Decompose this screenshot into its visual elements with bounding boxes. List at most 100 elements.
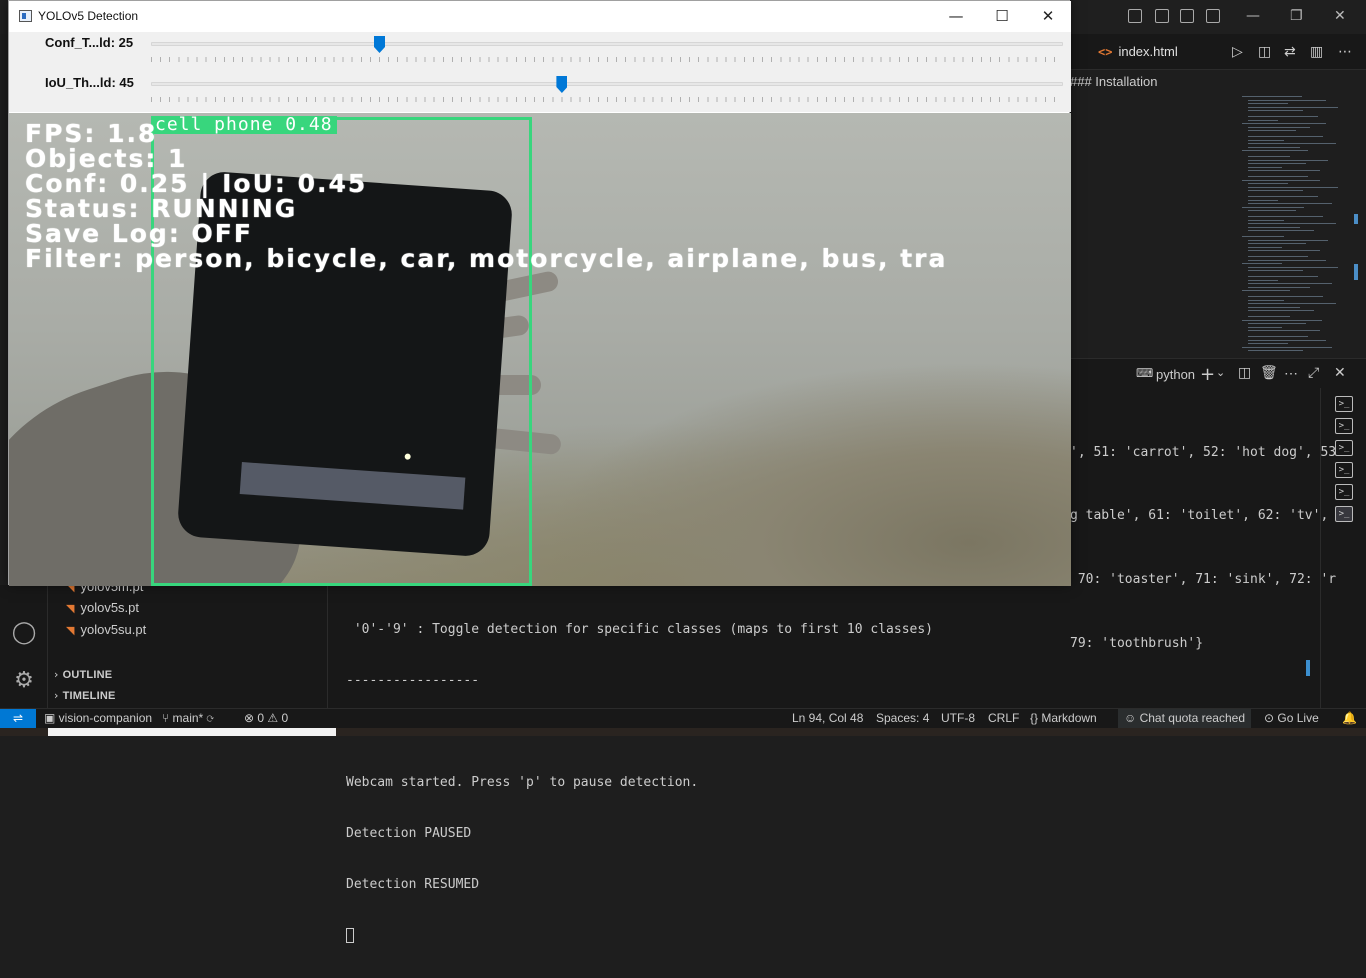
language-label: Markdown [1041, 711, 1097, 725]
trash-icon[interactable]: 🗑 [1260, 365, 1278, 381]
sync-icon: ⟳ [203, 711, 214, 725]
explorer-sidebar: ◥ yolov5m.pt ◥ yolov5s.pt ◥ yolov5su.pt › OU… [48, 579, 328, 708]
minimap-line [1248, 326, 1282, 328]
minimap-line [1248, 343, 1288, 344]
iou-threshold-trackbar[interactable]: IoU_Th...ld: 45 [9, 72, 1071, 112]
file-item[interactable]: ◥ yolov5s.pt [66, 600, 139, 615]
minimap-line [1248, 230, 1314, 231]
section-timeline[interactable]: › TIMELINE [54, 689, 116, 702]
file-item[interactable]: ◥ yolov5su.pt [66, 622, 146, 637]
trackbar-thumb[interactable] [556, 76, 568, 93]
conf-iou-text: Conf: 0.25 | IoU: 0.45 [25, 169, 368, 198]
trackbar-track[interactable] [151, 82, 1063, 86]
chevron-down-icon[interactable]: ⌄ [1216, 366, 1225, 379]
minimap-line [1248, 243, 1306, 244]
tab-index-html[interactable]: <> index.html [1084, 34, 1192, 70]
breadcrumb-item[interactable]: ### Installation [1070, 74, 1157, 89]
terminal-instance-icon[interactable]: >_ [1335, 484, 1353, 500]
branch-icon: ⑂ [162, 711, 173, 725]
go-live[interactable]: ⊙ Go Live [1264, 709, 1319, 728]
yolo-detection-window: YOLOv5 Detection — ☐ ✕ Conf_T...ld: 25 I… [8, 0, 1071, 586]
chat-status[interactable]: ☺ Chat quota reached [1118, 709, 1252, 728]
go-live-label: Go Live [1277, 711, 1319, 725]
terminal-instance-icon[interactable]: >_ [1335, 418, 1353, 434]
run-icon[interactable]: ▷ [1232, 44, 1243, 60]
minimap-line [1248, 130, 1296, 131]
minimap-line [1248, 139, 1284, 141]
minimap-line [1248, 126, 1310, 128]
terminal-cursor-line [346, 927, 1306, 944]
notifications-bell-icon[interactable]: 🔔 [1342, 709, 1357, 728]
taskbar-thumbnail[interactable] [48, 728, 336, 736]
terminal-line: '0'-'9' : Toggle detection for specific … [346, 622, 933, 637]
trackbar-track[interactable] [151, 42, 1063, 46]
cursor-position[interactable]: Ln 94, Col 48 [792, 709, 863, 728]
broadcast-icon: ⊙ [1264, 711, 1278, 725]
maximize-panel-icon[interactable]: ⤢ [1308, 365, 1319, 381]
terminal-line: Detection RESUMED [346, 877, 480, 892]
restore-icon[interactable]: ❐ [1290, 8, 1303, 24]
section-outline[interactable]: › OUTLINE [54, 668, 112, 681]
encoding[interactable]: UTF-8 [941, 709, 975, 728]
minimap-line [1248, 190, 1303, 191]
minimap-line [1248, 216, 1323, 217]
account-icon[interactable]: ◯ [10, 619, 38, 647]
minimap-line [1248, 279, 1278, 281]
terminal-name[interactable]: python [1156, 367, 1195, 382]
toggle-secondary-sidebar-icon[interactable] [1206, 9, 1220, 23]
close-panel-icon[interactable]: ✕ [1334, 365, 1346, 381]
terminal-instance-icon[interactable]: >_ [1335, 440, 1353, 456]
terminal-instance-icon[interactable]: >_ [1335, 462, 1353, 478]
scroll-marker [1354, 214, 1358, 224]
terminal-line: ', 51: 'carrot', 52: 'hot dog', 53 [1070, 444, 1337, 460]
terminal-icon: ⌨ [1136, 366, 1154, 380]
close-icon[interactable]: ✕ [1334, 8, 1346, 24]
minimap-line [1248, 226, 1300, 228]
maximize-icon[interactable]: ☐ [979, 1, 1025, 32]
minimap[interactable] [1240, 92, 1350, 358]
breadcrumb[interactable]: ### Installation [1070, 72, 1157, 92]
settings-gear-icon[interactable]: ⚙ [10, 667, 38, 695]
remote-icon[interactable]: ⇌ [0, 709, 36, 729]
split-editor-icon[interactable]: ▥ [1310, 44, 1323, 60]
minimap-line [1242, 123, 1326, 124]
terminal-instance-icon[interactable]: >_ [1335, 396, 1353, 412]
chat-label: Chat quota reached [1139, 711, 1246, 725]
minimap-line [1248, 143, 1336, 144]
minimize-icon[interactable]: — [933, 1, 979, 32]
language-mode[interactable]: {} Markdown [1030, 709, 1097, 728]
compare-icon[interactable]: ⇄ [1284, 44, 1296, 60]
section-label: OUTLINE [62, 669, 113, 681]
terminal-instance-icon[interactable]: >_ [1335, 506, 1353, 522]
minimap-line [1248, 103, 1288, 104]
open-preview-icon[interactable]: ◫ [1258, 44, 1271, 60]
line-ending[interactable]: CRLF [988, 709, 1019, 728]
minimap-line [1242, 236, 1284, 237]
minimap-line [1248, 223, 1336, 224]
repo-name: vision-companion [58, 711, 153, 725]
stats-overlay: FPS: 1.8 Objects: 1 Conf: 0.25 | IoU: 0.… [25, 121, 947, 271]
more-icon[interactable]: ⋯ [1284, 365, 1298, 382]
conf-threshold-trackbar[interactable]: Conf_T...ld: 25 [9, 32, 1071, 72]
problems-status[interactable]: ⊗ 0 ⚠ 0 [244, 709, 288, 728]
branch-status[interactable]: ⑂ main* ⟳ [162, 709, 214, 728]
repo-status[interactable]: ▣ vision-companion [44, 709, 152, 728]
terminal-line: Webcam started. Press 'p' to pause detec… [346, 775, 699, 790]
close-icon[interactable]: ✕ [1025, 1, 1071, 32]
minimap-line [1248, 210, 1296, 211]
window-title: YOLOv5 Detection [38, 9, 139, 23]
toggle-sidebar-icon[interactable] [1155, 9, 1169, 23]
minimize-icon[interactable]: — [1246, 8, 1260, 24]
indentation[interactable]: Spaces: 4 [876, 709, 929, 728]
layout-panel-icon[interactable] [1128, 9, 1142, 23]
split-terminal-icon[interactable]: ◫ [1238, 365, 1251, 381]
trackbar-thumb[interactable] [374, 36, 385, 53]
cv-titlebar[interactable]: YOLOv5 Detection — ☐ ✕ [9, 1, 1071, 32]
more-actions-icon[interactable]: ⋯ [1338, 44, 1352, 60]
minimap-line [1248, 110, 1303, 111]
new-terminal-icon[interactable]: + [1200, 364, 1215, 385]
minimap-line [1248, 310, 1314, 311]
toggle-panel-icon[interactable] [1180, 9, 1194, 23]
terminal-output[interactable]: '0'-'9' : Toggle detection for specific … [346, 587, 1306, 978]
trackbar-ticks [151, 97, 1063, 102]
